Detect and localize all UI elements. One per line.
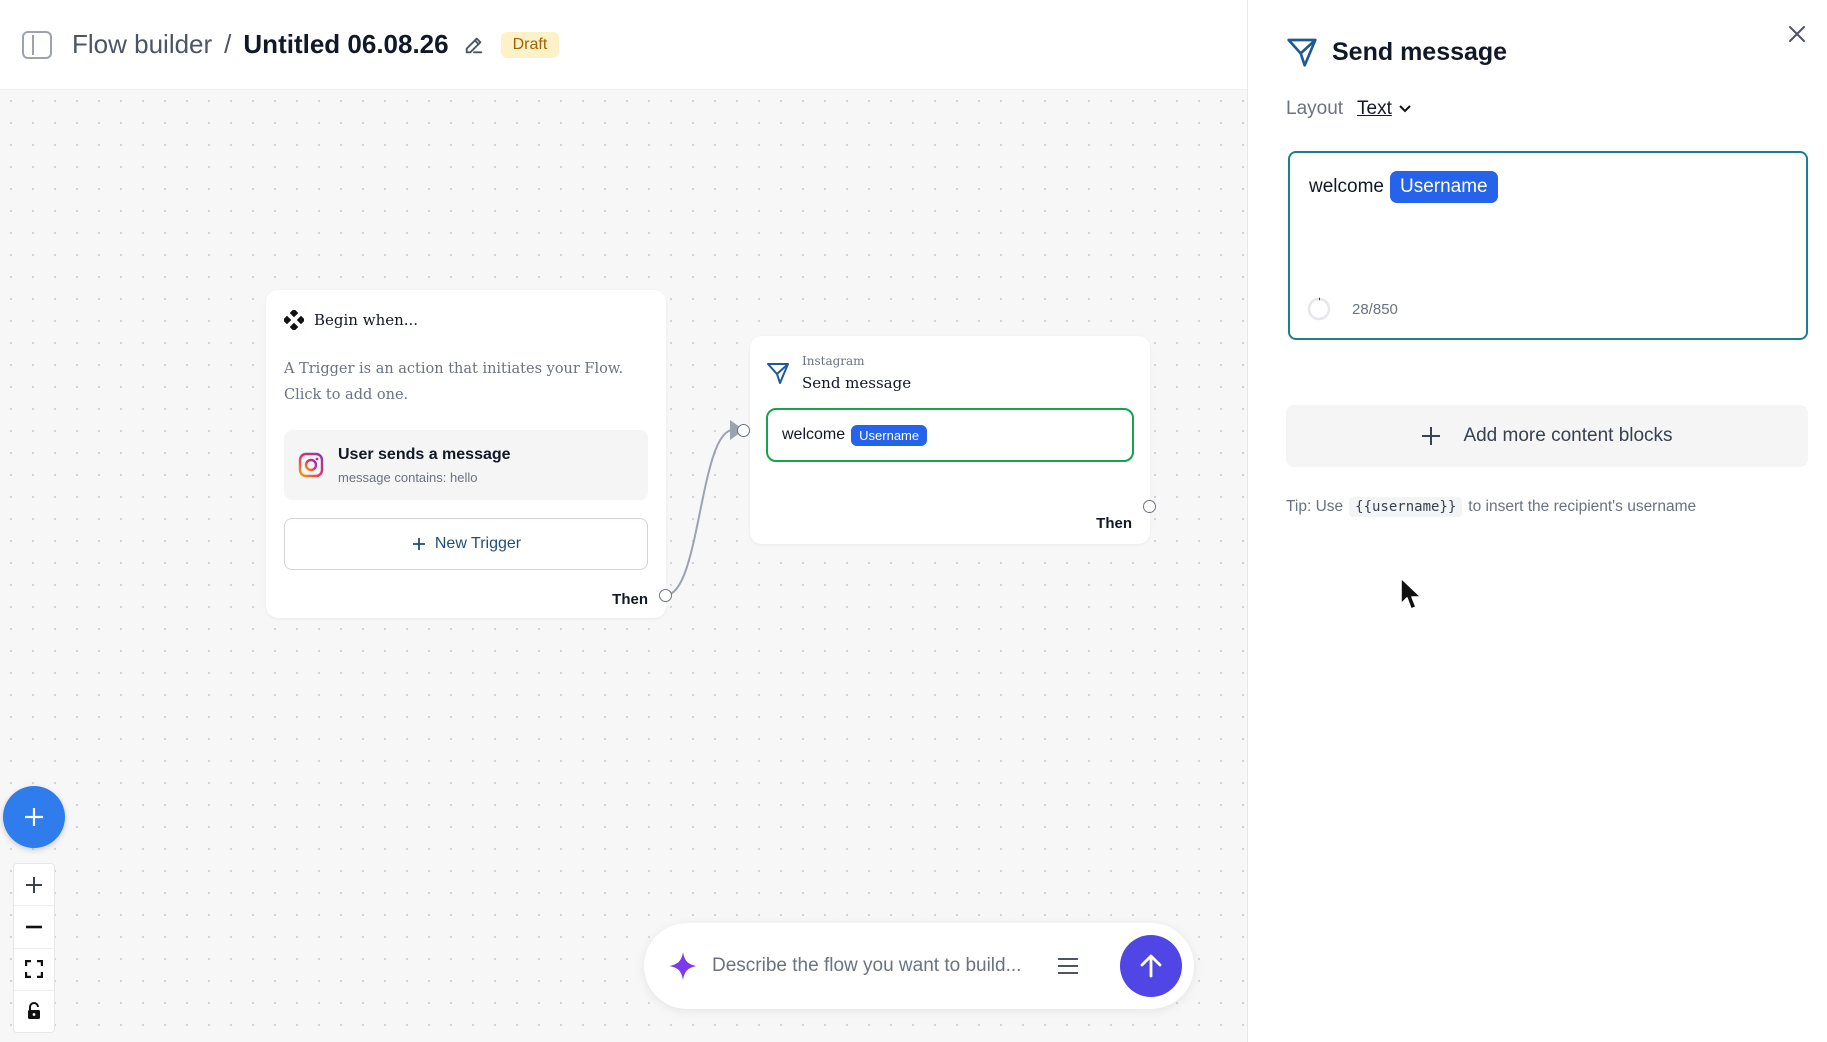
new-trigger-label: New Trigger (434, 535, 522, 552)
tip-prefix: Tip: Use (1286, 498, 1344, 515)
plus-icon (26, 876, 42, 893)
minus-icon (26, 925, 42, 929)
message-then-label: Then (1096, 515, 1132, 532)
username-tip: Tip: Use {{username}} to insert the reci… (1286, 497, 1696, 517)
layout-select-value: Text (1357, 98, 1392, 119)
message-input-port[interactable] (737, 424, 750, 437)
trigger-node-description: A Trigger is an action that initiates yo… (284, 361, 624, 403)
tip-code: {{username}} (1349, 497, 1463, 517)
message-preview-text: welcome (782, 426, 846, 443)
username-variable-pill: Username (851, 424, 928, 446)
flow-description-input[interactable] (712, 955, 1042, 977)
sidebar-toggle-icon[interactable] (22, 30, 52, 59)
plus-icon (412, 538, 425, 550)
trigger-node-header: Begin when... (284, 310, 648, 330)
zoom-controls (13, 863, 55, 1033)
chevron-down-icon (1399, 105, 1411, 113)
message-node-header: Instagram Send message (766, 354, 1134, 392)
arrow-up-icon (1140, 954, 1162, 978)
instagram-icon (298, 452, 324, 478)
progress-ring-icon (1307, 297, 1331, 321)
layout-label: Layout (1286, 98, 1344, 119)
plus-icon (25, 808, 43, 826)
editor-content[interactable]: welcome Username (1309, 171, 1787, 203)
fit-view-button[interactable] (14, 949, 54, 991)
panel-title: Send message (1332, 37, 1508, 66)
breadcrumb-root[interactable]: Flow builder (72, 29, 212, 60)
trigger-node-title: Begin when... (314, 311, 419, 329)
zoom-out-button[interactable] (14, 906, 54, 949)
tip-suffix: to insert the recipient's username (1468, 498, 1697, 515)
char-counter: 28/850 (1352, 300, 1398, 318)
ai-prompt-bar (644, 923, 1194, 1009)
lock-button[interactable] (14, 991, 54, 1032)
message-output-port[interactable] (1143, 500, 1156, 513)
breadcrumb-separator: / (224, 29, 232, 59)
add-node-button[interactable] (3, 786, 65, 848)
send-message-node[interactable]: Instagram Send message welcome Username … (750, 336, 1150, 544)
send-icon (767, 363, 789, 384)
panel-header: Send message (1286, 36, 1507, 68)
top-bar: Flow builder / Untitled 06.08.26 Draft (0, 0, 1247, 90)
trigger-output-port[interactable] (659, 589, 672, 602)
menu-lines-icon[interactable] (1056, 956, 1080, 976)
mouse-cursor-icon (1400, 577, 1422, 610)
layout-row: Layout Text (1286, 98, 1412, 120)
trigger-item-subtitle: message contains: hello (338, 469, 478, 485)
close-icon[interactable] (1785, 22, 1809, 46)
message-node-title: Send message (802, 374, 912, 392)
username-variable-pill[interactable]: Username (1389, 171, 1498, 203)
trigger-node[interactable]: Begin when... A Trigger is an action tha… (266, 290, 666, 618)
trigger-item-text: User sends a message message contains: h… (338, 446, 511, 485)
char-counter-row: 28/850 (1306, 296, 1398, 322)
lock-icon (28, 1002, 40, 1020)
flow-canvas[interactable]: Begin when... A Trigger is an action tha… (0, 90, 1247, 1042)
add-blocks-label: Add more content blocks (1463, 425, 1673, 446)
message-preview[interactable]: welcome Username (766, 408, 1134, 462)
add-content-blocks-button[interactable]: Add more content blocks (1286, 405, 1808, 467)
flow-name: Untitled 06.08.26 (243, 29, 449, 59)
layout-select[interactable]: Text (1357, 98, 1412, 120)
new-trigger-button[interactable]: New Trigger (284, 518, 648, 570)
trigger-item-title: User sends a message (338, 445, 511, 463)
send-prompt-button[interactable] (1120, 935, 1182, 997)
diamond-grid-icon (284, 310, 304, 330)
editor-text: welcome (1309, 176, 1384, 197)
message-editor[interactable]: welcome Username 28/850 (1288, 151, 1808, 340)
plus-icon (1422, 427, 1441, 445)
send-icon (1287, 38, 1317, 67)
fullscreen-icon (25, 960, 43, 979)
trigger-to-message-connector (665, 429, 734, 596)
sparkle-icon (669, 952, 697, 980)
trigger-item[interactable]: User sends a message message contains: h… (284, 430, 648, 500)
pencil-icon[interactable] (463, 34, 485, 56)
message-node-platform: Instagram (802, 354, 865, 368)
send-message-panel: Send message Layout Text welcome Usernam… (1247, 0, 1827, 1042)
zoom-in-button[interactable] (14, 864, 54, 907)
trigger-then-label: Then (612, 591, 648, 608)
status-badge: Draft (500, 31, 560, 58)
